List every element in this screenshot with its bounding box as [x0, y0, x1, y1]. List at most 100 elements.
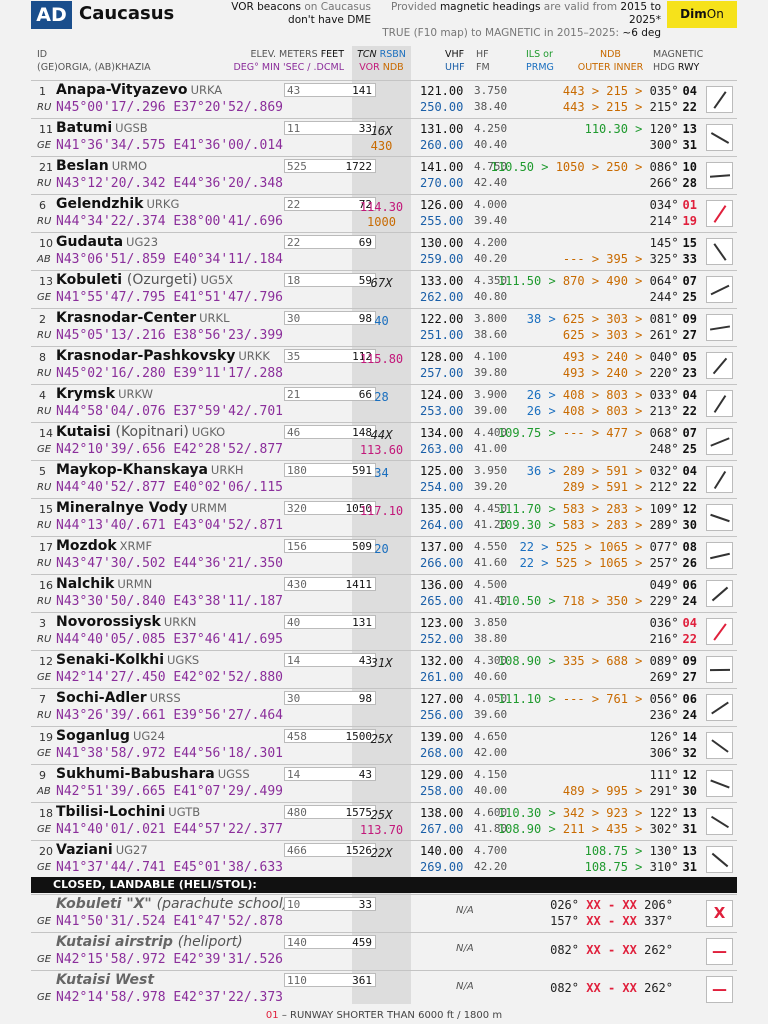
runway-number: 04	[682, 388, 697, 402]
runway-number: 13	[682, 844, 697, 858]
coordinates: N45°05'13/.216 E38°56'23/.399	[56, 328, 283, 343]
airfield-row[interactable]: 16 Nalchik URMN RU N43°30'50/.840 E43°38'11/…	[31, 574, 737, 612]
airfield-row[interactable]: 4 Krymsk URKW RU N44°58'04/.076 E37°59'42/.7…	[31, 384, 737, 422]
airfield-icao: UG27	[115, 843, 148, 857]
elevation-meters: 14	[287, 768, 301, 781]
hf-frequency: 3.750	[474, 84, 508, 97]
airfield-name-text: Mineralnye Vody	[56, 500, 188, 516]
airfield-row[interactable]: 3 Novorossiysk URKN RU N44°40'05/.085 E37°46…	[31, 612, 737, 650]
ndb-frequency: 430	[370, 139, 393, 153]
hf-frequency: 4.500	[474, 578, 508, 591]
airfield-name-text: Kutaisi West	[56, 972, 155, 988]
fm-frequency: 42.00	[474, 746, 508, 759]
coordinates: N44°40'52/.877 E40°02'06/.115	[56, 480, 283, 495]
country-code: GE	[37, 140, 52, 151]
airfield-name: Soganlug UG24	[56, 728, 165, 744]
runway-unknown: XX	[586, 981, 601, 995]
airfield-row[interactable]: 19 Soganlug UG24 GE N41°38'58/.972 E44°56'18…	[31, 726, 737, 764]
dim-on-toggle[interactable]: DimOn	[667, 1, 737, 28]
closed-airfield-row[interactable]: Kutaisi West GE N42°14'58/.978 E42°37'22/.…	[31, 970, 737, 1008]
vhf-frequency: 126.00	[420, 198, 464, 212]
airfield-name-text: Krasnodar-Center	[56, 310, 197, 326]
airfield-row[interactable]: 9 Sukhumi-Babushara UGSS AB N42°51'39/.665 E…	[31, 764, 737, 802]
approach-line-2: 489 > 995 > 291° 30	[562, 784, 697, 798]
airfield-row[interactable]: 2 Krasnodar-Center URKL RU N45°05'13/.216 E3…	[31, 308, 737, 346]
approach-line-2: 109.30 > 583 > 283 > 289° 30	[497, 518, 697, 532]
col-header-elev: ELEV. METERS FEET DEG° MIN 'SEC / .DCML	[233, 49, 344, 73]
runway-number: 32	[682, 746, 697, 760]
hf-frequency: 4.200	[474, 236, 508, 249]
runway-number: 01	[682, 198, 697, 212]
vhf-frequency: 123.00	[420, 616, 464, 630]
airfield-icao: UGKS	[167, 653, 200, 667]
approach-line-1: 109.75 > --- > 477 > 068° 07	[497, 426, 697, 440]
airfield-row[interactable]: 13 Kobuleti (Ozurgeti) UG5X GE N41°55'47/.79…	[31, 270, 737, 308]
coordinates: N42°14'58/.978 E42°37'22/.373	[56, 990, 283, 1005]
closed-airfield-row[interactable]: Kutaisi airstrip (heliport) GE N42°15'58/.…	[31, 932, 737, 970]
airfield-name-text: Gudauta	[56, 234, 124, 250]
coordinates: N45°00'17/.296 E37°20'52/.869	[56, 100, 283, 115]
elevation-meters: 180	[287, 464, 307, 477]
runway-orientation-icon	[706, 808, 733, 835]
airfield-name: Kutaisi (Kopitnari) UGKO	[56, 424, 225, 440]
uhf-frequency: 264.00	[420, 518, 464, 532]
col-header-magnetic: MAGNETIC HDG RWY	[653, 49, 704, 73]
runway-number: 26	[682, 556, 697, 570]
page-title: Caucasus	[79, 3, 175, 24]
tacan-channel: 22X	[370, 846, 393, 860]
airfield-id: 10	[39, 237, 53, 250]
vhf-frequency: 127.00	[420, 692, 464, 706]
airfield-row[interactable]: 21 Beslan URMO RU N43°12'20/.342 E44°36'20/.…	[31, 156, 737, 194]
not-available-label: N/A	[456, 905, 474, 916]
elevation-meters: 46	[287, 426, 301, 439]
runway-orientation-icon	[706, 200, 733, 227]
airfield-name: Maykop-Khanskaya URKH	[56, 462, 244, 478]
airfield-row[interactable]: 12 Senaki-Kolkhi UGKS GE N42°14'27/.450 E42°…	[31, 650, 737, 688]
airfield-row[interactable]: 7 Sochi-Adler URSS RU N43°26'39/.661 E39°56'…	[31, 688, 737, 726]
runway-bar	[710, 284, 730, 296]
runway-orientation-icon	[706, 428, 733, 455]
runway-number: 27	[682, 670, 697, 684]
airfield-id: 18	[39, 807, 53, 820]
airfield-row[interactable]: 10 Gudauta UG23 AB N43°06'51/.859 E40°34'11/…	[31, 232, 737, 270]
runway-bar	[709, 174, 731, 178]
airfield-row[interactable]: 1 Anapa-Vityazevo URKA RU N45°00'17/.296 E37…	[31, 80, 737, 118]
airfield-row[interactable]: 20 Vaziani UG27 GE N41°37'44/.741 E45°01'38/…	[31, 840, 737, 878]
country-code: RU	[37, 520, 52, 531]
runway-bar	[713, 395, 727, 413]
runway-bar	[710, 132, 730, 144]
elevation-meters: 525	[287, 160, 307, 173]
airfield-name: Kutaisi airstrip (heliport)	[56, 934, 243, 950]
airfield-icao: URMN	[117, 577, 153, 591]
airfield-row[interactable]: 6 Gelendzhik URKG RU N44°34'22/.374 E38°00'4…	[31, 194, 737, 232]
airfield-row[interactable]: 5 Maykop-Khanskaya URKH RU N44°40'52/.877 E4…	[31, 460, 737, 498]
runway-orientation-icon	[706, 352, 733, 379]
airfield-name-text: Kutaisi airstrip	[56, 934, 173, 950]
airfield-row[interactable]: 17 Mozdok XRMF RU N43°47'30/.502 E44°36'21/.…	[31, 536, 737, 574]
elevation-meters: 18	[287, 274, 301, 287]
country-code: GE	[37, 992, 52, 1003]
airfield-name: Nalchik URMN	[56, 576, 152, 592]
airfield-name-text: Gelendzhik	[56, 196, 144, 212]
runway-bar	[709, 325, 731, 331]
country-code: GE	[37, 672, 52, 683]
airfield-row[interactable]: 18 Tbilisi-Lochini UGTB GE N41°40'01/.021 E4…	[31, 802, 737, 840]
not-available-label: N/A	[456, 981, 474, 992]
airfield-id: 14	[39, 427, 53, 440]
airfield-row[interactable]: 8 Krasnodar-Pashkovsky URKK RU N45°02'16/.28…	[31, 346, 737, 384]
closed-airfield-row[interactable]: Kobuleti "X" (parachute school) GE N41°50'…	[31, 894, 737, 932]
uhf-frequency: 269.00	[420, 860, 464, 874]
airfield-icao: URMO	[111, 159, 148, 173]
region-code-badge: AD	[31, 1, 72, 29]
airfield-row[interactable]: 14 Kutaisi (Kopitnari) UGKO GE N42°10'39/.65…	[31, 422, 737, 460]
airfield-alt-name: (Kopitnari)	[115, 424, 189, 440]
airfield-row[interactable]: 11 Batumi UGSB GE N41°36'34/.575 E41°36'00/.…	[31, 118, 737, 156]
uhf-frequency: 261.00	[420, 670, 464, 684]
runway-number: 15	[682, 236, 697, 250]
runway-number: 09	[682, 312, 697, 326]
fm-frequency: 39.60	[474, 708, 508, 721]
airfield-id: 19	[39, 731, 53, 744]
runway-line-2: 157° XX - XX 337°	[550, 914, 673, 928]
airfield-row[interactable]: 15 Mineralnye Vody URMM RU N44°13'40/.671 E4…	[31, 498, 737, 536]
runway-bar	[710, 437, 730, 447]
